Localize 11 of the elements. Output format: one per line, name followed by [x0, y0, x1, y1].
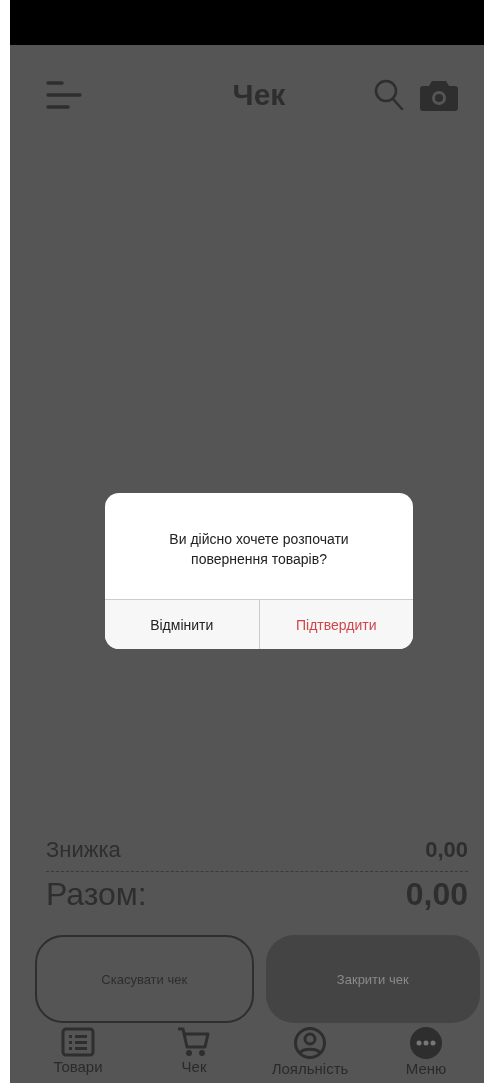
cancel-button[interactable]: Відмінити	[105, 600, 259, 649]
more-icon[interactable]	[409, 1027, 443, 1059]
close-receipt-button[interactable]: Закрити чек	[265, 935, 480, 1023]
cart-icon[interactable]	[177, 1027, 211, 1057]
menu-icon[interactable]	[46, 80, 84, 110]
confirm-button[interactable]: Підтвердити	[258, 600, 413, 649]
camera-icon[interactable]	[420, 79, 458, 111]
profile-icon[interactable]	[293, 1027, 327, 1059]
list-icon[interactable]	[61, 1027, 95, 1057]
search-icon[interactable]	[374, 79, 404, 111]
dialog-message: Ви дійсно хочете розпочати повернення товарів?	[168, 530, 350, 569]
